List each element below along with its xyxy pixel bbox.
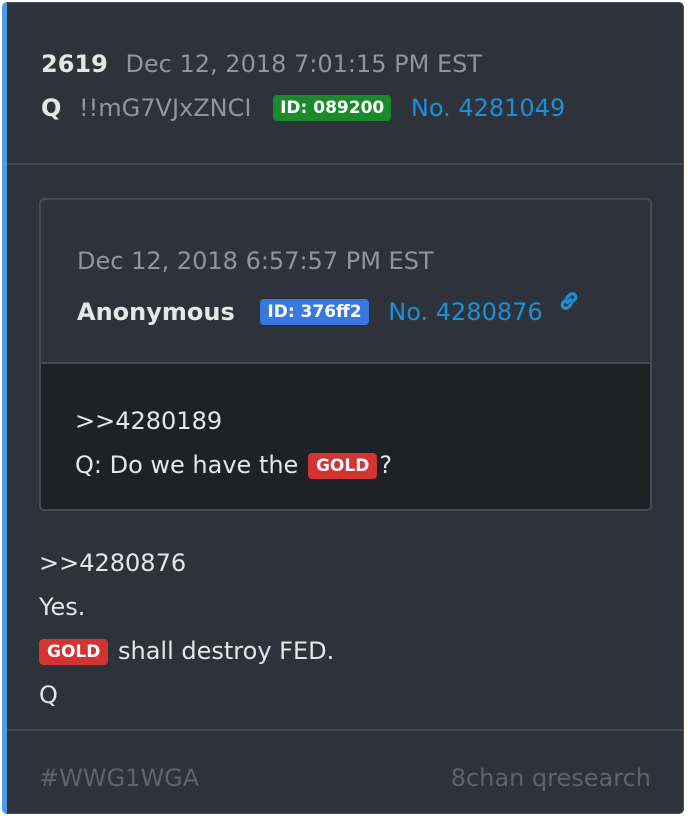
quoted-timestamp: Dec 12, 2018 6:57:57 PM EST	[77, 247, 434, 275]
chain-link-icon[interactable]	[556, 288, 582, 323]
post-number-link[interactable]: No. 4281049	[411, 94, 565, 122]
quoted-post-body: >>4280189 Q: Do we have the GOLD?	[41, 364, 650, 509]
quoted-id-badge: ID: 376ff2	[260, 299, 369, 325]
quoted-text-after: ?	[379, 451, 393, 479]
quoted-reply-ref[interactable]: >>4280189	[75, 404, 222, 438]
id-badge: ID: 089200	[273, 95, 392, 121]
quoted-message: Q: Do we have the GOLD?	[75, 448, 392, 482]
gold-highlight: GOLD	[307, 453, 378, 479]
quoted-post: Dec 12, 2018 6:57:57 PM EST Anonymous ID…	[39, 198, 652, 511]
post-number: 2619	[41, 50, 108, 78]
post-meta-row: 2619 Dec 12, 2018 7:01:15 PM EST	[41, 47, 482, 81]
quoted-author-row: Anonymous ID: 376ff2 No. 4280876	[77, 288, 582, 329]
signature: Q	[39, 681, 58, 709]
post-footer: #WWG1WGA 8chan qresearch	[7, 729, 683, 813]
post-timestamp: Dec 12, 2018 7:01:15 PM EST	[125, 50, 483, 78]
quoted-author-name: Anonymous	[77, 298, 235, 326]
body-line-yes: Yes.	[39, 593, 86, 621]
quoted-text-before: Q: Do we have the	[75, 451, 299, 479]
post-header: 2619 Dec 12, 2018 7:01:15 PM EST Q !!mG7…	[7, 3, 683, 165]
hashtag: #WWG1WGA	[39, 764, 200, 792]
quoted-post-header: Dec 12, 2018 6:57:57 PM EST Anonymous ID…	[41, 200, 650, 364]
reply-ref[interactable]: >>4280876	[39, 546, 186, 580]
author-name: Q	[41, 94, 62, 122]
q-post-card: 2619 Dec 12, 2018 7:01:15 PM EST Q !!mG7…	[2, 2, 684, 814]
quoted-post-link[interactable]: No. 4280876	[388, 298, 542, 326]
source-label: 8chan qresearch	[450, 764, 651, 792]
body-line-gold: GOLD shall destroy FED.	[39, 634, 334, 668]
gold-highlight: GOLD	[39, 639, 109, 665]
tripcode: !!mG7VJxZNCI	[79, 94, 252, 122]
post-author-row: Q !!mG7VJxZNCI ID: 089200 No. 4281049	[41, 91, 565, 125]
body-line-rest: shall destroy FED.	[118, 637, 335, 665]
